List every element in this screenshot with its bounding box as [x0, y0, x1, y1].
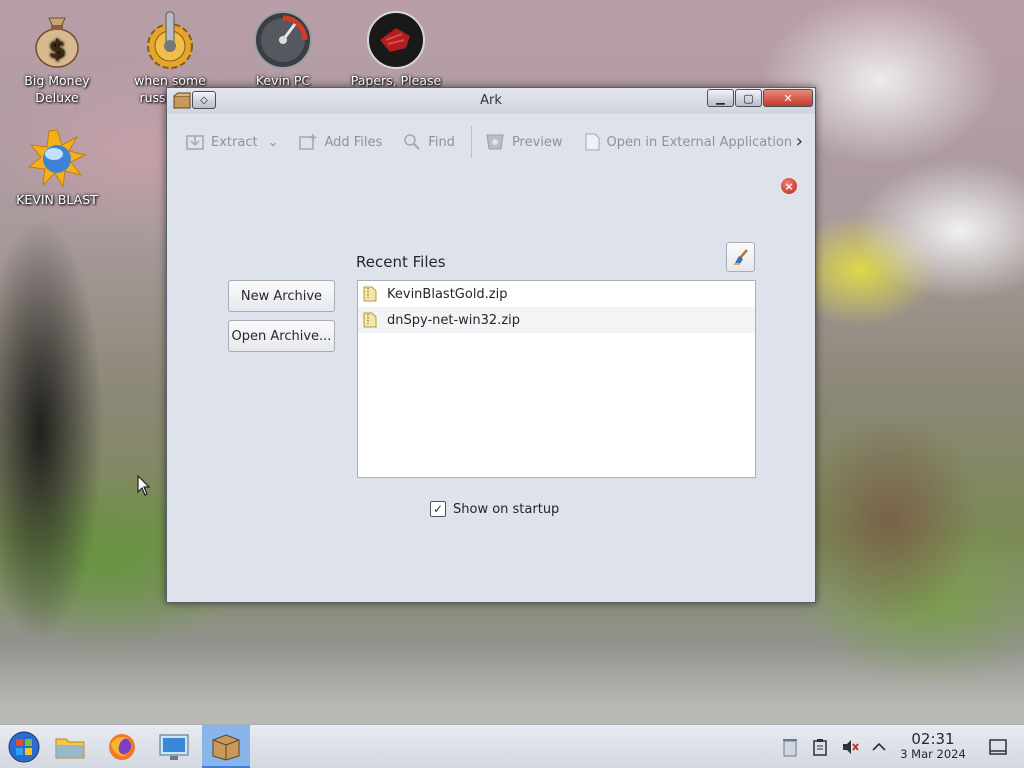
taskbar-firefox[interactable] — [98, 725, 146, 768]
list-item-label: KevinBlastGold.zip — [387, 286, 508, 302]
clock-date[interactable]: 3 Mar 2024 — [893, 747, 973, 761]
extract-button[interactable]: Extract ⌄ — [185, 127, 278, 157]
close-window-button[interactable]: ✕ — [763, 89, 813, 107]
recent-files-list: KevinBlastGold.zip dnSpy-net-win32.zip — [357, 280, 756, 478]
show-on-startup-checkbox[interactable]: ✓ — [430, 501, 446, 517]
taskbar-system-monitor[interactable] — [150, 725, 198, 768]
open-archive-button[interactable]: Open Archive... — [228, 320, 335, 352]
zip-file-icon — [363, 312, 377, 328]
desktop-icon-papers-please[interactable]: Papers, Please — [341, 10, 451, 89]
zip-file-icon — [363, 286, 377, 302]
papers-please-icon — [367, 11, 425, 69]
clear-recent-button[interactable] — [726, 242, 755, 272]
folder-icon — [55, 738, 85, 759]
new-archive-button[interactable]: New Archive — [228, 280, 335, 312]
taskbar-file-manager[interactable] — [46, 725, 94, 768]
document-icon — [585, 133, 600, 151]
list-item[interactable]: KevinBlastGold.zip — [358, 281, 755, 307]
blast-globe-icon — [27, 129, 87, 189]
money-bag-icon: $ — [35, 17, 79, 68]
monitor-icon — [159, 734, 189, 760]
ark-window: ◇ Ark ▁ ▢ ✕ Extract ⌄ Add Files Find Pre… — [166, 87, 816, 603]
add-files-icon — [299, 134, 317, 150]
show-on-startup-row[interactable]: ✓ Show on startup — [430, 501, 559, 517]
clock-time[interactable]: 02:31 — [905, 730, 961, 748]
ark-box-icon — [212, 733, 240, 761]
gear-joystick-icon — [147, 11, 193, 69]
title-bar[interactable]: ◇ Ark ▁ ▢ ✕ — [167, 88, 815, 114]
add-files-label: Add Files — [324, 134, 383, 150]
trash-tray-icon[interactable] — [779, 736, 801, 758]
preview-button[interactable]: Preview — [484, 127, 563, 157]
chevron-up-icon[interactable] — [868, 736, 890, 758]
desktop-icon-big-money-deluxe[interactable]: $ Big Money Deluxe — [2, 10, 112, 106]
taskbar-ark[interactable] — [202, 725, 250, 768]
extract-label: Extract — [211, 134, 258, 150]
chevron-right-icon[interactable]: › — [796, 131, 803, 152]
chevron-down-icon[interactable]: ⌄ — [268, 135, 279, 150]
recent-files-title: Recent Files — [356, 253, 446, 271]
toolbar: Extract ⌄ Add Files Find Preview Open in… — [167, 120, 815, 164]
show-desktop-icon[interactable] — [987, 736, 1009, 758]
svg-text:$: $ — [49, 35, 66, 63]
start-orb-icon — [8, 731, 40, 763]
minimize-button[interactable]: ▁ — [707, 89, 734, 107]
firefox-icon — [109, 734, 135, 760]
desktop-icon-kevin-blast[interactable]: KEVIN BLAST — [2, 129, 112, 208]
taskbar — [0, 724, 1024, 768]
toolbar-separator — [470, 126, 472, 158]
open-external-button[interactable]: Open in External Application — [583, 127, 793, 157]
speedometer-icon — [254, 11, 312, 69]
find-label: Find — [428, 134, 455, 150]
preview-icon — [486, 134, 504, 150]
close-message-icon[interactable]: × — [781, 178, 797, 194]
add-files-button[interactable]: Add Files — [298, 127, 382, 157]
clipboard-tray-icon[interactable] — [809, 736, 831, 758]
start-menu-button[interactable] — [0, 725, 48, 768]
mouse-cursor-icon — [137, 475, 151, 496]
list-item-label: dnSpy-net-win32.zip — [387, 312, 521, 328]
find-button[interactable]: Find — [402, 127, 455, 157]
maximize-button[interactable]: ▢ — [735, 89, 762, 107]
preview-label: Preview — [511, 134, 563, 150]
volume-muted-icon[interactable] — [839, 736, 861, 758]
open-external-label: Open in External Application — [606, 134, 793, 150]
broom-icon — [733, 249, 748, 265]
desktop-icon-label: KEVIN BLAST — [16, 192, 98, 207]
extract-icon — [186, 135, 204, 150]
list-item[interactable]: dnSpy-net-win32.zip — [358, 307, 755, 333]
show-on-startup-label: Show on startup — [453, 501, 560, 517]
search-icon — [404, 134, 421, 150]
desktop-icon-label: Big Money Deluxe — [24, 73, 90, 105]
